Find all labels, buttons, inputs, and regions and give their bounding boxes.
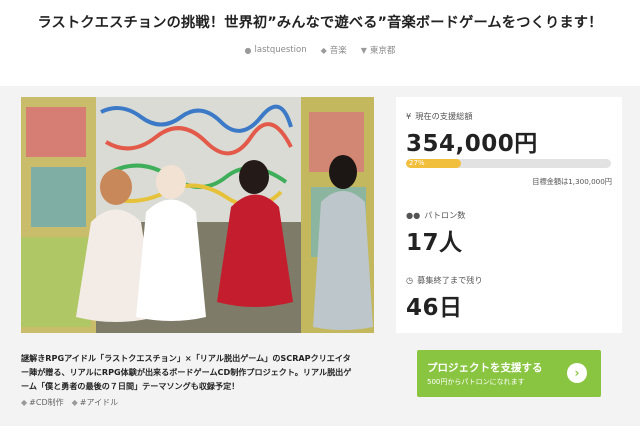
tag-label: #CD制作: [29, 398, 64, 407]
tag-cd[interactable]: ◆ #CD制作: [21, 397, 64, 408]
tag-icon: ◆: [21, 398, 28, 407]
backers-label-row: ●● パトロン数: [406, 209, 465, 221]
description-line: 謎解きRPGアイドル「ラストクエスチョン」×「リアル脱出ゲーム」のSCRAPクリ…: [21, 353, 351, 363]
arrow-right-icon: ›: [567, 363, 587, 383]
raised-amount: 354,000円: [406, 131, 538, 157]
support-button-sublabel: 500円からパトロンになれます: [427, 378, 525, 386]
goal-amount: 目標金額は1,300,000円: [532, 177, 612, 186]
owner-name: lastquestion: [254, 45, 307, 55]
project-photo-illustration: [21, 97, 374, 333]
owner-link[interactable]: ● lastquestion: [245, 44, 307, 56]
support-button-label: プロジェクトを支援する: [427, 362, 543, 374]
raised-label: 現在の支援総額: [415, 111, 473, 121]
support-project-button[interactable]: プロジェクトを支援する 500円からパトロンになれます ›: [417, 350, 601, 397]
backers-label: パトロン数: [424, 210, 466, 220]
clock-icon: ◷: [406, 275, 414, 285]
people-icon: ●●: [406, 210, 421, 220]
days-label-row: ◷ 募集終了まで残り: [406, 274, 483, 286]
tag-label: #アイドル: [79, 398, 119, 407]
backers-count: 17人: [406, 230, 463, 256]
progress-percent: 27%: [409, 159, 425, 167]
description-line: ー陣が贈る、リアルにRPG体験が出来るボードゲームCD制作プロジェクト。リアル脱…: [21, 367, 352, 378]
days-remaining: 46日: [406, 295, 463, 321]
tag-list: ◆ #CD制作 ◆ #アイドル: [21, 397, 118, 408]
yen-icon: ¥: [406, 111, 412, 121]
page-title: ラストクエスチョンの挑戦！世界初”みんなで遊べる”音楽ボードゲームをつくります！: [37, 15, 603, 31]
user-icon: ●: [244, 45, 252, 55]
location-icon: ▼: [360, 45, 367, 55]
category-link[interactable]: ◆ 音楽: [320, 44, 347, 57]
days-label: 募集終了まで残り: [417, 275, 483, 285]
raised-label-row: ¥ 現在の支援総額: [406, 110, 473, 122]
category-name: 音楽: [329, 46, 347, 56]
project-meta: ● lastquestion ◆ 音楽 ▼ 東京都: [0, 44, 640, 56]
tag-icon: ◆: [320, 45, 327, 55]
location-name: 東京都: [369, 46, 396, 56]
project-header: ラストクエスチョンの挑戦！世界初”みんなで遊べる”音楽ボードゲームをつくります！…: [0, 0, 640, 86]
location-link[interactable]: ▼ 東京都: [360, 44, 396, 57]
description-line: ーム「僕と勇者の最後の７日間」テーマソングも収録予定！: [21, 381, 240, 392]
project-description: 謎解きRPGアイドル「ラストクエスチョン」×「リアル脱出ゲーム」のSCRAPクリ…: [21, 351, 376, 394]
tag-idol[interactable]: ◆ #アイドル: [72, 397, 118, 408]
project-image[interactable]: [21, 97, 374, 333]
funding-panel: ¥ 現在の支援総額 354,000円 27% 目標金額は1,300,000円 ●…: [396, 97, 622, 333]
tag-icon: ◆: [71, 398, 78, 407]
progress-bar: [406, 159, 611, 168]
